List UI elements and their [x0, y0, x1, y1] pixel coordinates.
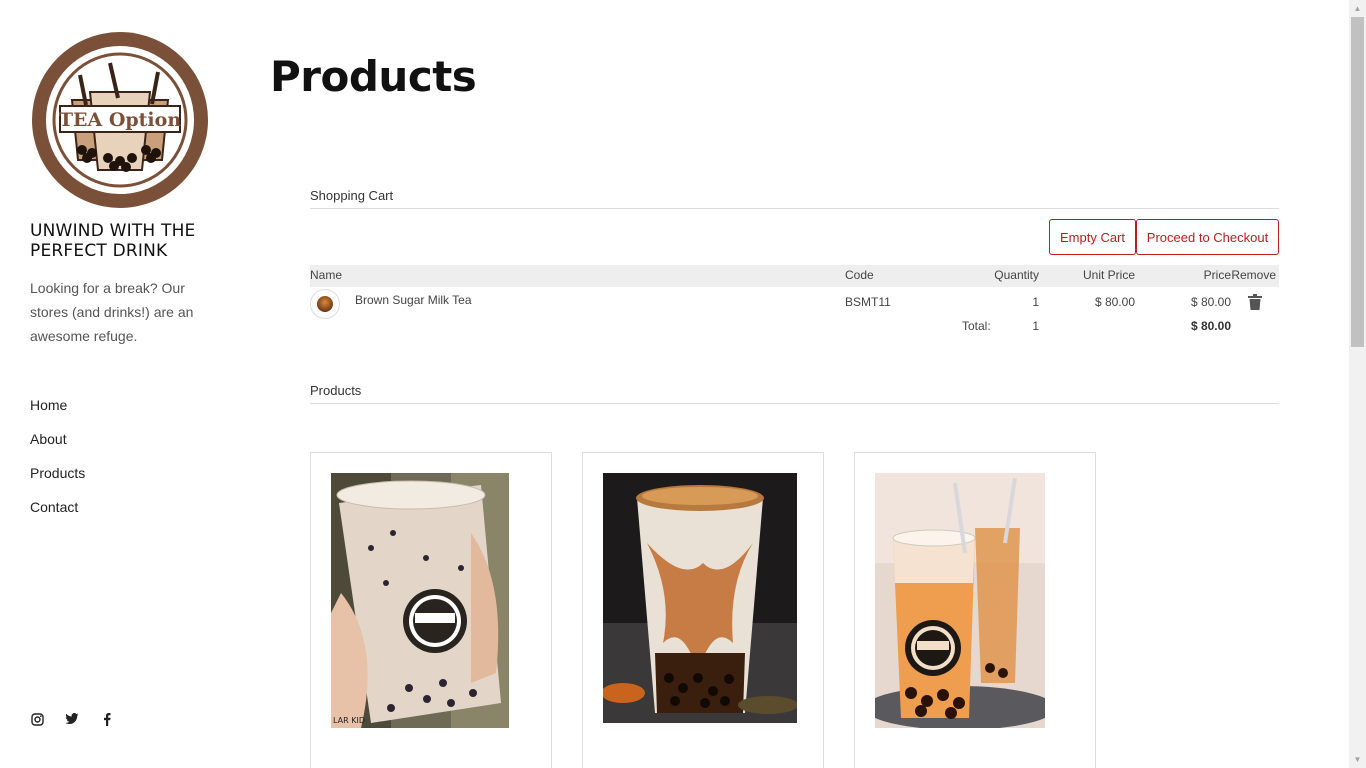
site-intro: Looking for a break? Our stores (and dri… [30, 280, 194, 344]
total-price: $ 80.00 [1190, 319, 1231, 333]
svg-text:LAR KID: LAR KID [333, 716, 365, 725]
remove-item-trash-icon[interactable] [1248, 294, 1262, 310]
total-quantity: 1 [1032, 319, 1039, 333]
product-image-thai-milk-tea[interactable] [875, 473, 1045, 728]
instagram-icon[interactable] [30, 712, 44, 726]
products-heading: Products [310, 383, 1279, 404]
column-price: Price [1203, 268, 1231, 282]
sidebar: TEA Option UNWIND WITH THE PERFECT DRINK… [0, 0, 240, 768]
main-nav: Home About Products Contact [30, 395, 85, 531]
product-card[interactable] [854, 452, 1096, 768]
cart-item-code: BSMT11 [845, 295, 891, 309]
cart-total-row: Total: 1 $ 80.00 [310, 317, 1279, 341]
social-links [30, 712, 114, 726]
nav-item-about[interactable]: About [30, 429, 85, 463]
column-code: Code [845, 268, 874, 282]
cart-item-thumbnail [310, 289, 340, 319]
page-title: Products [270, 52, 477, 101]
product-image-milk-tea[interactable]: LAR KID [331, 473, 509, 728]
total-label: Total: [962, 319, 991, 333]
site-tagline: UNWIND WITH THE PERFECT DRINK [30, 221, 196, 261]
cart-item-unit-price: $ 80.00 [1094, 295, 1135, 309]
nav-item-products[interactable]: Products [30, 463, 85, 497]
brand-logo[interactable]: TEA Option [30, 30, 210, 210]
cart-table-header: Name Code Quantity Unit Price Price Remo… [310, 265, 1279, 287]
twitter-icon[interactable] [65, 712, 79, 726]
scroll-down-arrow-icon[interactable]: ▼ [1349, 751, 1366, 768]
product-card[interactable]: LAR KID [310, 452, 552, 768]
nav-item-contact[interactable]: Contact [30, 497, 85, 531]
column-remove: Remove [1231, 268, 1276, 282]
product-card[interactable] [582, 452, 824, 768]
column-quantity: Quantity [994, 268, 1039, 282]
nav-item-home[interactable]: Home [30, 395, 85, 429]
checkout-button[interactable]: Proceed to Checkout [1136, 219, 1279, 255]
page-scrollbar[interactable]: ▲ ▼ [1349, 0, 1366, 768]
shopping-cart-heading: Shopping Cart [310, 188, 1279, 209]
cart-item-row: Brown Sugar Milk Tea BSMT11 1 $ 80.00 $ … [310, 287, 1279, 319]
cart-item-price: $ 80.00 [1190, 295, 1231, 309]
cart-table: Name Code Quantity Unit Price Price Remo… [310, 265, 1279, 341]
column-unit-price: Unit Price [1082, 268, 1135, 282]
cart-item-quantity: 1 [1032, 295, 1039, 309]
facebook-icon[interactable] [100, 712, 114, 726]
scroll-up-arrow-icon[interactable]: ▲ [1349, 0, 1366, 17]
logo-text: TEA Option [59, 109, 181, 131]
product-image-brown-sugar-boba[interactable] [603, 473, 797, 723]
empty-cart-button[interactable]: Empty Cart [1049, 219, 1136, 255]
scrollbar-thumb[interactable] [1351, 17, 1364, 347]
column-name: Name [310, 268, 343, 282]
cart-item-name: Brown Sugar Milk Tea [355, 293, 472, 307]
